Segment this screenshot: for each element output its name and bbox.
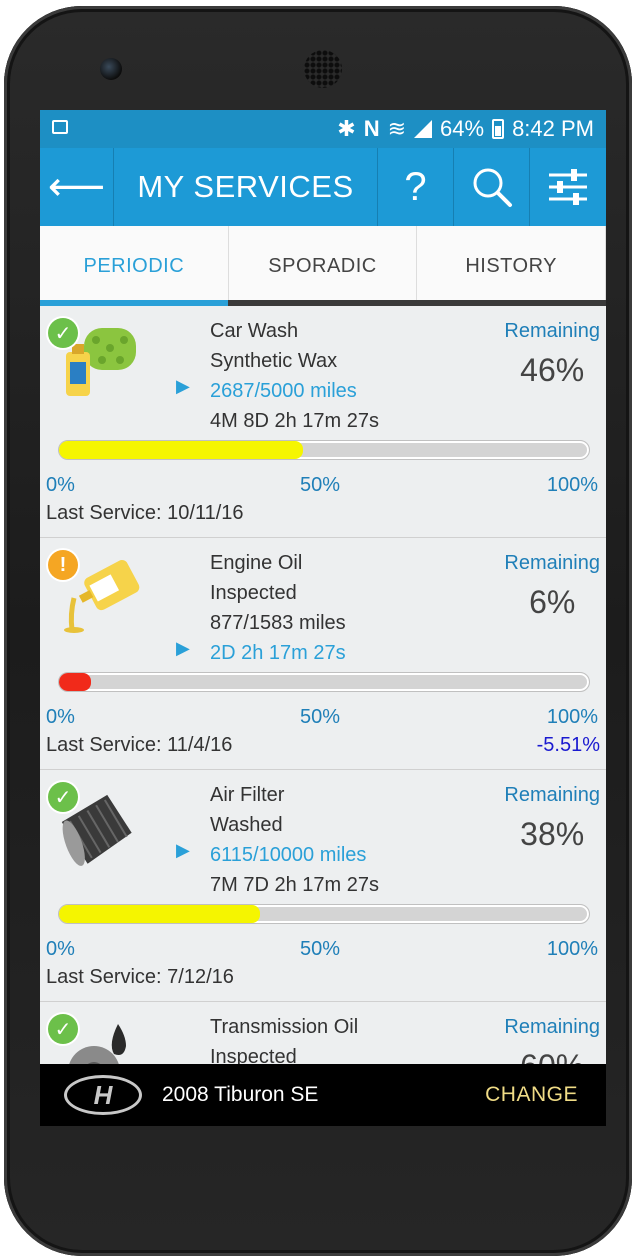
play-icon: ▶ [176,376,190,396]
service-card-engine-oil[interactable]: ! Engine Oil Inspected 877/1583 miles 2D… [40,538,606,770]
service-info: Car Wash Synthetic Wax 2687/5000 miles 4… [210,316,379,436]
progress-bar [58,904,590,924]
remaining-label: Remaining [504,552,600,574]
car-wash-thumbnail: ✓ [48,318,140,404]
wifi-icon: ≋ [387,116,407,141]
service-info: Engine Oil Inspected 877/1583 miles 2D 2… [210,548,346,668]
scale-max: 100% [546,706,598,728]
vehicle-name: 2008 Tiburon SE [162,1083,319,1106]
tab-bar: PERIODIC SPORADIC HISTORY [40,226,606,306]
progress-fill [59,673,91,691]
warning-icon: ! [48,550,78,580]
last-service: Last Service: 11/4/16 [46,734,233,756]
scale-max: 100% [546,474,598,496]
overdue-delta: -5.51% [536,734,600,756]
check-icon: ✓ [48,782,78,812]
check-icon: ✓ [48,1014,78,1044]
app-bar: ⟵ MY SERVICES ? [40,148,606,226]
front-camera [100,58,122,80]
scale-min: 0% [46,938,75,960]
scale-min: 0% [46,706,75,728]
back-button[interactable]: ⟵ [40,148,114,226]
service-detail: Washed [210,814,283,836]
search-button[interactable] [454,148,530,226]
bluetooth-icon: ✱ [337,116,356,141]
remaining-block: Remaining 46% [504,316,600,389]
progress-bar [58,672,590,692]
service-time: 7M 7D 2h 17m 27s [210,874,379,896]
hyundai-logo: H [64,1075,142,1115]
service-miles: 2687/5000 miles [210,380,357,402]
signal-icon [414,120,433,138]
question-icon: ? [404,164,427,209]
remaining-label: Remaining [504,1016,600,1038]
service-detail: Inspected [210,582,297,604]
service-info: Air Filter Washed 6115/10000 miles 7M 7D… [210,780,379,900]
earpiece-speaker [304,50,342,88]
sliders-icon [549,169,587,205]
progress-bar [58,440,590,460]
service-name: Transmission Oil [210,1016,359,1038]
battery-icon [492,119,505,139]
service-name: Car Wash [210,320,299,342]
service-miles: 877/1583 miles [210,612,346,634]
vehicle-bar: H 2008 Tiburon SE CHANGE [40,1064,606,1126]
arrow-left-icon: ⟵ [47,165,106,209]
scale-mid: 50% [300,474,341,496]
nfc-icon: N [363,116,380,141]
service-card-air-filter[interactable]: ✓ Air Filter Washed 6115/10000 miles 7M … [40,770,606,1002]
tab-history[interactable]: HISTORY [417,226,606,306]
search-icon [473,168,512,207]
air-filter-thumbnail: ✓ [48,782,140,868]
app-screen: ✱ N ≋ 64% 8:42 PM ⟵ MY SERVICES ? PERIOD… [40,110,606,1126]
service-name: Engine Oil [210,552,303,574]
service-time: 4M 8D 2h 17m 27s [210,410,379,432]
gallery-notification-icon [52,119,68,134]
check-icon: ✓ [48,318,78,348]
play-icon: ▶ [176,638,190,658]
tab-sporadic[interactable]: SPORADIC [229,226,418,306]
tab-periodic[interactable]: PERIODIC [40,226,229,306]
battery-percent: 64% [440,116,485,141]
scale-min: 0% [46,474,75,496]
progress-fill [59,905,261,923]
remaining-percent: 38% [520,816,585,852]
service-list[interactable]: ✓ Car Wash Synthetic Wax 2687/5000 miles… [40,306,606,1126]
remaining-label: Remaining [504,320,600,342]
remaining-block: Remaining 38% [504,780,600,853]
status-bar: ✱ N ≋ 64% 8:42 PM [40,110,606,148]
page-title: MY SERVICES [114,148,378,226]
remaining-percent: 6% [529,584,576,620]
phone-frame: ✱ N ≋ 64% 8:42 PM ⟵ MY SERVICES ? PERIOD… [4,6,632,1256]
scale-max: 100% [546,938,598,960]
scale-mid: 50% [300,938,341,960]
remaining-percent: 46% [520,352,585,388]
remaining-label: Remaining [504,784,600,806]
progress-fill [59,441,303,459]
service-name: Air Filter [210,784,285,806]
service-miles: 6115/10000 miles [210,844,367,866]
change-vehicle-button[interactable]: CHANGE [485,1083,578,1107]
play-icon: ▶ [176,840,190,860]
filter-button[interactable] [530,148,606,226]
last-service: Last Service: 10/11/16 [46,502,244,524]
scale-mid: 50% [300,706,341,728]
help-button[interactable]: ? [378,148,454,226]
service-time: 2D 2h 17m 27s [210,642,346,664]
service-card-car-wash[interactable]: ✓ Car Wash Synthetic Wax 2687/5000 miles… [40,306,606,538]
service-detail: Synthetic Wax [210,350,338,372]
last-service: Last Service: 7/12/16 [46,966,234,988]
clock: 8:42 PM [512,116,594,141]
engine-oil-thumbnail: ! [48,550,140,636]
remaining-block: Remaining 6% [504,548,600,621]
service-info: Transmission Oil Inspected [210,1012,358,1072]
